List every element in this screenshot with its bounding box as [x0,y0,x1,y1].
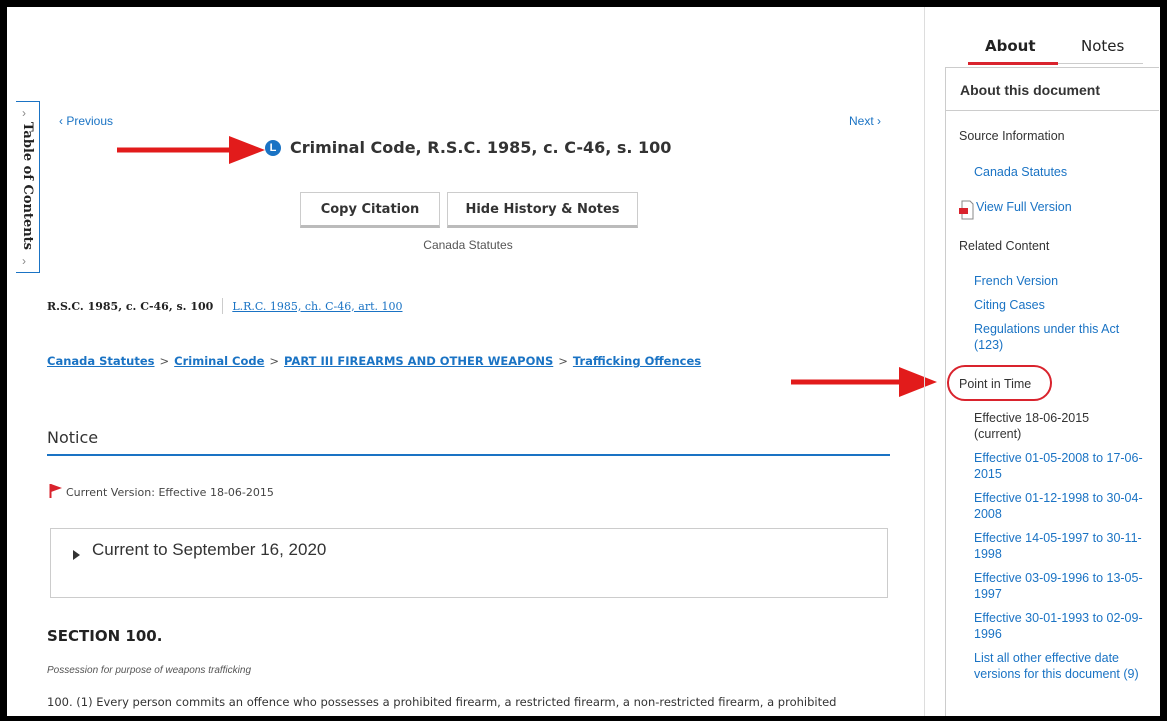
breadcrumb-trafficking-offences[interactable]: Trafficking Offences [573,354,701,368]
tab-about[interactable]: About [985,37,1036,55]
section-subtitle: Possession for purpose of weapons traffi… [47,665,251,676]
section-heading: SECTION 100. [47,627,163,645]
chevron-right-icon: › [22,106,26,120]
flag-icon [49,484,62,498]
citation-french-link[interactable]: L.R.C. 1985, ch. C-46, art. 100 [232,300,402,313]
citation-line: R.S.C. 1985, c. C-46, s. 100 L.R.C. 1985… [47,298,403,314]
document-type-badge: L [265,139,281,156]
citing-cases-link[interactable]: Citing Cases [974,297,1154,313]
version-link[interactable]: Effective 30-01-1993 to 02-09-1996 [974,610,1152,642]
tab-divider [1058,63,1143,64]
tab-notes[interactable]: Notes [1081,37,1124,55]
document-title: Criminal Code, R.S.C. 1985, c. C-46, s. … [290,138,672,157]
version-link[interactable]: Effective 14-05-1997 to 30-11-1998 [974,530,1152,562]
version-link[interactable]: Effective 03-09-1996 to 13-05-1997 [974,570,1152,602]
previous-link[interactable]: ‹ Previous [59,114,113,128]
annotation-arrow-icon [117,136,265,164]
breadcrumb: Canada Statutes > Criminal Code > PART III F… [47,354,701,368]
breadcrumb-canada-statutes[interactable]: Canada Statutes [47,354,155,368]
about-heading: About this document [960,82,1100,98]
copy-citation-button[interactable]: Copy Citation [300,192,440,228]
breadcrumb-separator: > [558,354,568,368]
regulations-link[interactable]: Regulations under this Act (123) [974,321,1149,353]
source-subtitle: Canada Statutes [423,238,513,252]
source-canada-statutes-link[interactable]: Canada Statutes [974,164,1154,180]
page: › Table of Contents › ‹ Previous Next › … [7,7,1160,716]
breadcrumb-separator: > [159,354,170,368]
version-link[interactable]: Effective 01-12-1998 to 30-04-2008 [974,490,1152,522]
citation-english: R.S.C. 1985, c. C-46, s. 100 [47,299,214,313]
current-to-text: Current to September 16, 2020 [92,540,327,559]
chevron-right-icon: › [22,254,26,268]
breadcrumb-part-iii[interactable]: PART III FIREARMS AND OTHER WEAPONS [284,354,553,368]
version-link[interactable]: Effective 01-05-2008 to 17-06-2015 [974,450,1152,482]
current-to-expander[interactable]: Current to September 16, 2020 [50,528,888,598]
section-body: 100. (1) Every person commits an offence… [47,695,837,709]
right-panel: About Notes About this document Source I… [924,7,1160,716]
about-divider [946,110,1159,111]
next-link[interactable]: Next › [849,114,881,128]
breadcrumb-separator: > [269,354,280,368]
point-in-time-label: Point in Time [959,377,1032,391]
breadcrumb-criminal-code[interactable]: Criminal Code [174,354,264,368]
expand-triangle-icon [73,550,80,560]
view-full-version-link[interactable]: View Full Version [976,199,1156,215]
list-all-versions-link[interactable]: List all other effective date versions f… [974,650,1152,682]
related-content-label: Related Content [959,239,1050,253]
notice-heading: Notice [47,428,99,447]
document-title-row: L Criminal Code, R.S.C. 1985, c. C-46, s… [265,138,671,157]
current-version-text: Current Version: Effective 18-06-2015 [66,486,274,499]
notice-divider [47,454,890,456]
citation-divider [222,298,224,314]
annotation-arrow-icon [791,367,937,397]
current-effective-version: Effective 18-06-2015 (current) [974,411,1090,441]
toc-label: Table of Contents [20,122,35,250]
about-panel: About this document Source Information C… [945,67,1159,716]
active-tab-indicator [968,62,1058,65]
french-version-link[interactable]: French Version [974,273,1154,289]
source-information-label: Source Information [959,129,1065,143]
hide-history-notes-button[interactable]: Hide History & Notes [447,192,638,228]
document-icon [959,200,974,220]
